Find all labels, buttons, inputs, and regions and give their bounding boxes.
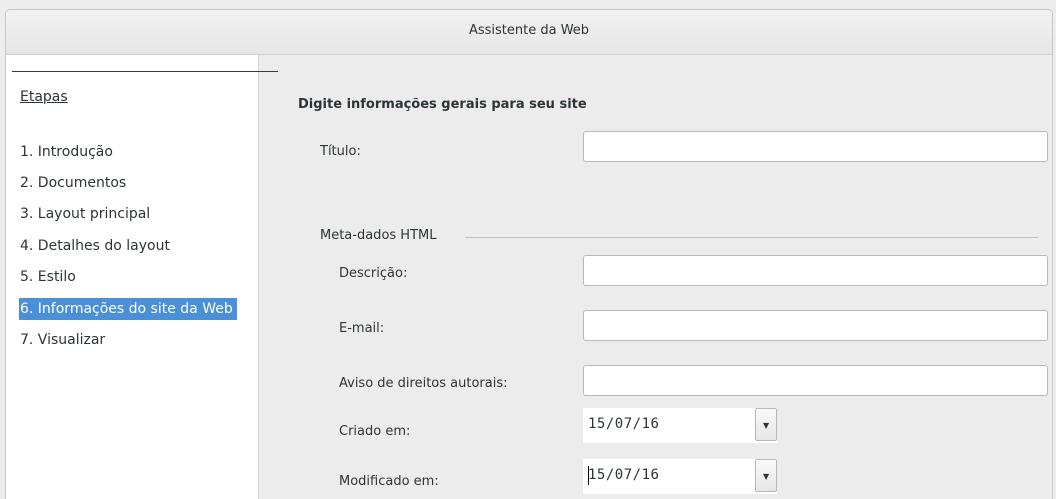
created-date-value: 15/07/16 — [588, 416, 660, 432]
description-label: Descrição: — [339, 266, 408, 281]
copyright-label: Aviso de direitos autorais: — [339, 376, 508, 391]
modified-label: Modificado em: — [339, 474, 439, 489]
modified-date-value: 15/07/16 — [588, 467, 660, 483]
copyright-input[interactable] — [583, 365, 1048, 396]
step-estilo[interactable]: 5. Estilo — [20, 266, 80, 288]
meta-group-rule — [465, 237, 1038, 238]
title-input[interactable] — [583, 131, 1048, 162]
step-documentos[interactable]: 2. Documentos — [20, 172, 130, 194]
email-input[interactable] — [583, 310, 1048, 341]
step-layout-principal[interactable]: 3. Layout principal — [20, 203, 154, 225]
step-visualizar[interactable]: 7. Visualizar — [20, 329, 109, 351]
step-introducao[interactable]: 1. Introdução — [20, 141, 117, 163]
steps-panel: Etapas 1. Introdução 2. Documentos 3. La… — [6, 55, 278, 499]
created-date-field[interactable]: 15/07/16 ▼ — [583, 408, 777, 443]
meta-group-label: Meta-dados HTML — [320, 228, 437, 243]
content-area: Digite informações gerais para seu site … — [259, 55, 1052, 499]
title-bar[interactable]: Assistente da Web — [6, 10, 1052, 55]
step-informacoes-site[interactable]: 6. Informações do site da Web — [19, 298, 237, 320]
created-label: Criado em: — [339, 424, 411, 439]
steps-header: Etapas — [20, 89, 68, 105]
wizard-window: Assistente da Web Etapas 1. Introdução 2… — [5, 9, 1053, 499]
dropdown-spin-icon: ▼ — [763, 472, 770, 481]
section-heading: Digite informações gerais para seu site — [298, 97, 587, 112]
modified-date-field[interactable]: 15/07/16 ▼ — [583, 459, 777, 494]
window-title: Assistente da Web — [468, 23, 590, 38]
created-spin-button[interactable]: ▼ — [755, 408, 777, 441]
email-label: E-mail: — [339, 321, 385, 336]
step-detalhes-layout[interactable]: 4. Detalhes do layout — [20, 235, 174, 257]
description-input[interactable] — [583, 255, 1048, 286]
modified-spin-button[interactable]: ▼ — [755, 459, 777, 492]
title-label: Título: — [320, 144, 361, 159]
steps-divider — [12, 71, 278, 72]
dropdown-spin-icon: ▼ — [763, 421, 770, 430]
